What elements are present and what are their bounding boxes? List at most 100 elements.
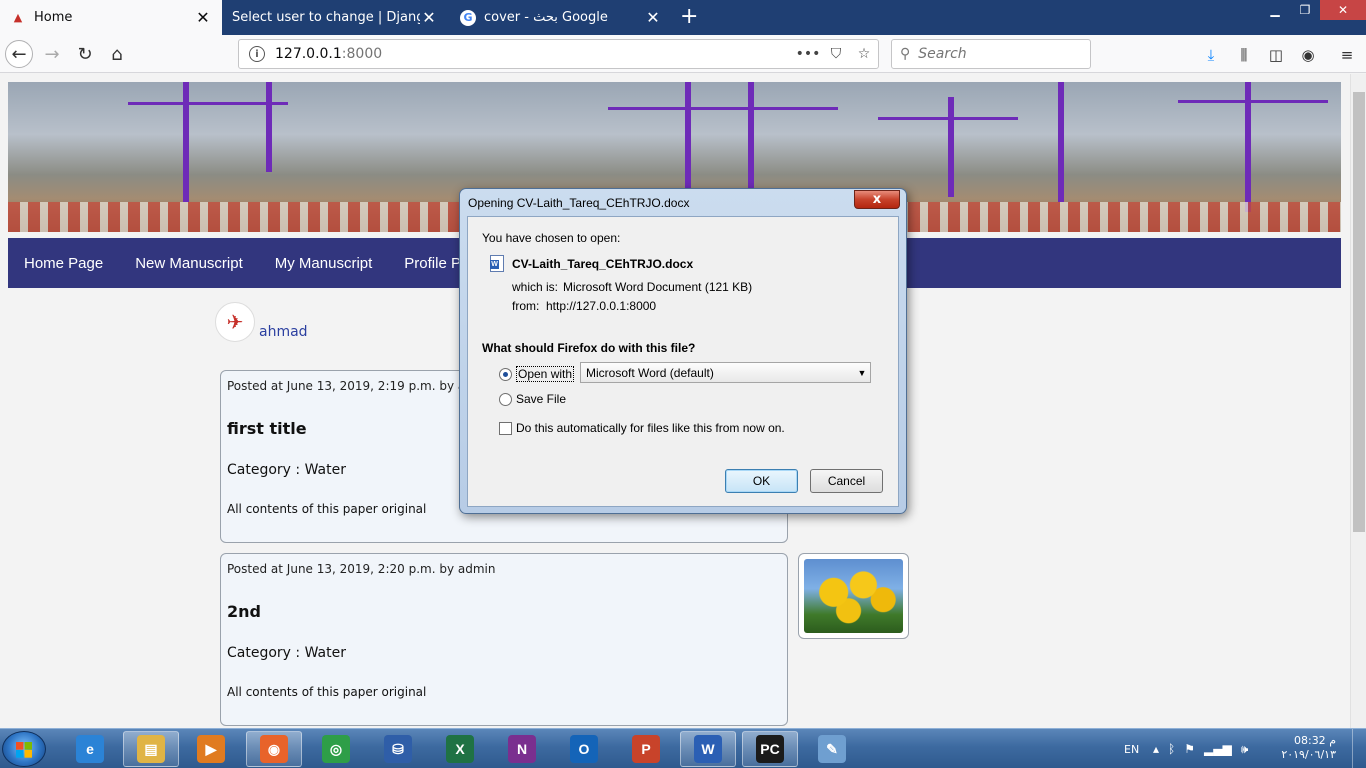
home-icon: ⌂: [111, 43, 123, 65]
windows-taskbar: e ▤ ▶ ◉ ◎ ⛁ X N O P W PC ✎ EN ▴ ᛒ ⚑ ▂▄▆ 🕪 08:32 م ٢٠…: [0, 728, 1366, 768]
action-center-flag-icon[interactable]: ⚑: [1184, 742, 1195, 756]
tab-close-icon[interactable]: ✕: [420, 8, 438, 27]
menu-new-manuscript[interactable]: New Manuscript: [119, 255, 259, 272]
page-actions-icon[interactable]: •••: [794, 46, 822, 62]
sidebar-icon[interactable]: ◫: [1265, 44, 1287, 66]
bluetooth-icon[interactable]: ᛒ: [1168, 742, 1175, 756]
maximize-icon[interactable]: ❐: [1290, 0, 1320, 20]
dialog-title: Opening CV-Laith_Tareq_CEhTRJO.docx: [468, 196, 690, 210]
file-explorer-icon: ▤: [137, 735, 165, 763]
save-file-radio[interactable]: [499, 392, 512, 406]
taskbar-powerpoint-button[interactable]: P: [618, 731, 674, 767]
library-icon[interactable]: ⫼: [1233, 44, 1255, 66]
address-bar[interactable]: i 127.0.0.1:8000 ••• ⛉ ☆: [238, 39, 879, 69]
open-with-radio[interactable]: [499, 367, 512, 381]
auto-checkbox[interactable]: [499, 421, 512, 435]
bookmark-star-icon[interactable]: ☆: [850, 46, 878, 62]
tab-close-icon[interactable]: ✕: [644, 8, 662, 27]
window-close-icon[interactable]: ✕: [1320, 0, 1366, 20]
site-favicon-icon: ▲: [13, 11, 23, 24]
auto-option[interactable]: Do this automatically for files like thi…: [499, 421, 785, 435]
menu-hamburger-icon[interactable]: ≡: [1336, 44, 1358, 66]
tab-label: Home: [34, 10, 73, 25]
home-button[interactable]: ⌂: [103, 40, 131, 68]
network-signal-icon[interactable]: ▂▄▆: [1204, 742, 1232, 756]
ok-button[interactable]: OK: [725, 469, 798, 493]
open-with-select[interactable]: Microsoft Word (default) ▼: [580, 362, 871, 383]
taskbar-pycharm-button[interactable]: PC: [742, 731, 798, 767]
powerpoint-icon: P: [632, 735, 660, 763]
post-thumbnail[interactable]: [798, 553, 909, 639]
tray-expand-icon[interactable]: ▴: [1153, 742, 1159, 756]
save-file-label: Save File: [516, 392, 567, 406]
save-file-option[interactable]: Save File: [499, 392, 566, 406]
clock-date: ٢٠١٩/٠٦/١٣: [1281, 748, 1336, 761]
tab-close-icon[interactable]: ✕: [194, 8, 212, 27]
menu-home-page[interactable]: Home Page: [8, 255, 119, 272]
tab-google[interactable]: G cover - بحث Google ✕: [450, 0, 672, 35]
username-link[interactable]: ahmad: [259, 324, 308, 340]
tab-django-admin[interactable]: Select user to change | Django site admi…: [222, 0, 448, 35]
chrome-icon: ◎: [322, 735, 350, 763]
pocket-icon[interactable]: ⛉: [822, 46, 850, 62]
word-document-icon: [490, 255, 504, 272]
reload-button[interactable]: ↻: [71, 40, 99, 68]
downloads-icon[interactable]: ⤓: [1200, 44, 1222, 66]
url-text[interactable]: 127.0.0.1:8000: [275, 46, 794, 62]
chosen-label: You have chosen to open:: [482, 231, 621, 245]
tulips-image: [804, 559, 903, 633]
scrollbar-thumb[interactable]: [1353, 92, 1365, 532]
start-button[interactable]: [2, 731, 46, 767]
taskbar-outlook-button[interactable]: O: [556, 731, 612, 767]
window-controls: ▁ ❐ ✕: [1260, 0, 1366, 20]
pycharm-icon: PC: [756, 735, 784, 763]
auto-label: Do this automatically for files like thi…: [516, 421, 785, 435]
account-icon[interactable]: ◉: [1297, 44, 1319, 66]
tab-home[interactable]: ▲ Home ✕: [0, 0, 222, 35]
dialog-close-button[interactable]: x: [854, 190, 900, 209]
taskbar-network-app-button[interactable]: ⛁: [370, 731, 426, 767]
post-body: All contents of this paper original: [227, 685, 427, 699]
taskbar-word-button[interactable]: W: [680, 731, 736, 767]
internet-explorer-icon: e: [76, 735, 104, 763]
browser-tab-strip: ▲ Home ✕ Select user to change | Django …: [0, 0, 1366, 35]
volume-icon[interactable]: 🕪: [1241, 742, 1249, 757]
forward-button[interactable]: →: [38, 40, 66, 68]
back-button[interactable]: ←: [5, 40, 33, 68]
taskbar-onenote-button[interactable]: N: [494, 731, 550, 767]
page-scrollbar[interactable]: [1350, 74, 1366, 728]
new-tab-button[interactable]: +: [680, 4, 698, 29]
outlook-icon: O: [570, 735, 598, 763]
file-row: CV-Laith_Tareq_CEhTRJO.docx: [490, 255, 693, 272]
which-is-label: which is:: [512, 280, 559, 294]
tab-label: Select user to change | Django site admi…: [232, 10, 420, 25]
show-desktop-button[interactable]: [1352, 729, 1366, 768]
system-clock[interactable]: 08:32 م ٢٠١٩/٠٦/١٣: [1281, 734, 1336, 762]
network-app-icon: ⛁: [384, 735, 412, 763]
taskbar-file-explorer-button[interactable]: ▤: [123, 731, 179, 767]
open-with-option[interactable]: Open with: [499, 366, 575, 382]
info-icon[interactable]: i: [249, 46, 265, 62]
from-label: from:: [512, 299, 540, 313]
open-file-dialog: Opening CV-Laith_Tareq_CEhTRJO.docx x Yo…: [459, 188, 907, 514]
taskbar-firefox-button[interactable]: ◉: [246, 731, 302, 767]
google-favicon-icon: G: [460, 9, 476, 26]
taskbar-paint-button[interactable]: ✎: [804, 731, 860, 767]
tab-label: cover - بحث Google: [484, 10, 608, 25]
taskbar-chrome-button[interactable]: ◎: [308, 731, 364, 767]
post-title[interactable]: 2nd: [227, 602, 781, 621]
media-player-icon: ▶: [197, 735, 225, 763]
windows-logo-icon: [16, 742, 32, 758]
excel-icon: X: [446, 735, 474, 763]
open-with-app: Microsoft Word (default): [586, 365, 714, 380]
search-bar[interactable]: ⚲: [891, 39, 1091, 69]
cancel-button[interactable]: Cancel: [810, 469, 883, 493]
language-indicator[interactable]: EN: [1124, 729, 1139, 768]
menu-my-manuscript[interactable]: My Manuscript: [259, 255, 389, 272]
action-question: What should Firefox do with this file?: [482, 341, 696, 355]
taskbar-media-player-button[interactable]: ▶: [183, 731, 239, 767]
search-input[interactable]: [918, 46, 1079, 62]
taskbar-excel-button[interactable]: X: [432, 731, 488, 767]
taskbar-internet-explorer-button[interactable]: e: [62, 731, 118, 767]
minimize-icon[interactable]: ▁: [1260, 0, 1290, 20]
